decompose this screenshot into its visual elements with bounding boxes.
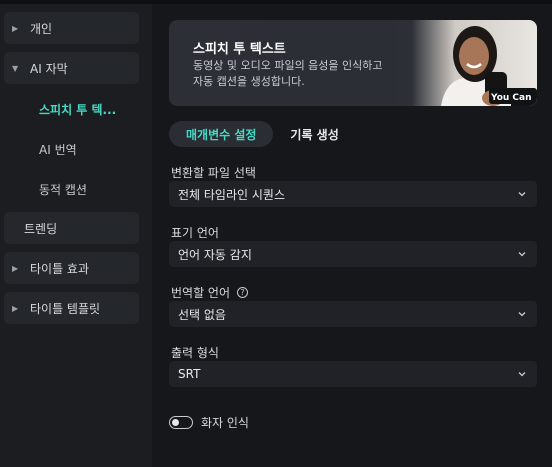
language-select[interactable]: 언어 자동 감지 <box>169 241 537 267</box>
chevron-down-icon <box>518 372 526 377</box>
source-file-select[interactable]: 전체 타임라인 시퀀스 <box>169 181 537 207</box>
output-format-select[interactable]: SRT <box>169 361 537 387</box>
banner-title: 스피치 투 텍스트 <box>193 42 286 57</box>
source-file-label: 변환할 파일 선택 <box>171 166 256 180</box>
speaker-recognition-label: 화자 인식 <box>201 416 249 430</box>
translate-language-label: 번역할 언어 ? <box>171 284 249 301</box>
help-icon[interactable]: ? <box>237 287 249 298</box>
chevron-right-icon: ▶ <box>12 303 19 313</box>
sidebar-item-label: 트렌딩 <box>24 221 58 236</box>
sidebar-item-title-effects[interactable]: ▶ 타이틀 효과 <box>4 252 139 284</box>
translate-language-label-text: 번역할 언어 <box>171 286 231 300</box>
feature-banner: 스피치 투 텍스트 동영상 및 오디오 파일의 음성을 인식하고 자동 캡션을 … <box>169 20 537 106</box>
banner-description: 동영상 및 오디오 파일의 음성을 인식하고 자동 캡션을 생성합니다. <box>193 59 383 88</box>
toggle-knob <box>172 418 179 426</box>
translate-language-select[interactable]: 선택 없음 <box>169 301 537 327</box>
sidebar-item-label: 타이틀 효과 <box>30 261 90 276</box>
chevron-right-icon: ▶ <box>12 263 19 273</box>
tab-parameter-settings[interactable]: 매개변수 설정 <box>169 121 274 147</box>
output-format-label: 출력 형식 <box>171 346 219 360</box>
sidebar-item-ai-subtitles[interactable]: ▼ AI 자막 <box>4 52 139 84</box>
chevron-down-icon <box>518 252 526 257</box>
speaker-recognition-row: 화자 인식 <box>169 414 249 431</box>
sidebar: ▶ 개인 ▼ AI 자막 스피치 투 텍... AI 번역 동적 캡션 트렌딩 … <box>0 4 152 467</box>
sidebar-item-label: 타이틀 템플릿 <box>30 301 101 316</box>
sidebar-item-personal[interactable]: ▶ 개인 <box>4 12 139 44</box>
sidebar-item-label: 개인 <box>30 21 53 36</box>
chevron-down-icon: ▼ <box>12 63 19 73</box>
translate-language-value: 선택 없음 <box>178 307 226 322</box>
sidebar-subitem-dynamic-caption[interactable]: 동적 캡션 <box>39 181 87 198</box>
sidebar-item-label: AI 자막 <box>30 61 68 76</box>
output-format-value: SRT <box>178 367 201 381</box>
chevron-down-icon <box>518 192 526 197</box>
speaker-recognition-toggle[interactable] <box>169 416 193 429</box>
banner-overlay-text: You Can <box>490 93 532 103</box>
main-panel: 스피치 투 텍스트 동영상 및 오디오 파일의 음성을 인식하고 자동 캡션을 … <box>152 4 552 467</box>
source-file-value: 전체 타임라인 시퀀스 <box>178 187 285 202</box>
language-label: 표기 언어 <box>171 226 219 240</box>
chevron-down-icon <box>518 312 526 317</box>
sidebar-item-title-templates[interactable]: ▶ 타이틀 템플릿 <box>4 292 139 324</box>
sidebar-subitem-ai-translation[interactable]: AI 번역 <box>39 141 77 158</box>
tab-bar: 매개변수 설정 기록 생성 <box>169 121 356 147</box>
speaker-photo: You Can In <box>411 20 537 106</box>
language-value: 언어 자동 감지 <box>178 247 252 262</box>
tab-generation-history[interactable]: 기록 생성 <box>273 121 355 147</box>
sidebar-subitem-speech-to-text[interactable]: 스피치 투 텍... <box>39 101 116 118</box>
chevron-right-icon: ▶ <box>12 23 19 33</box>
sidebar-item-trending[interactable]: 트렌딩 <box>4 212 139 244</box>
